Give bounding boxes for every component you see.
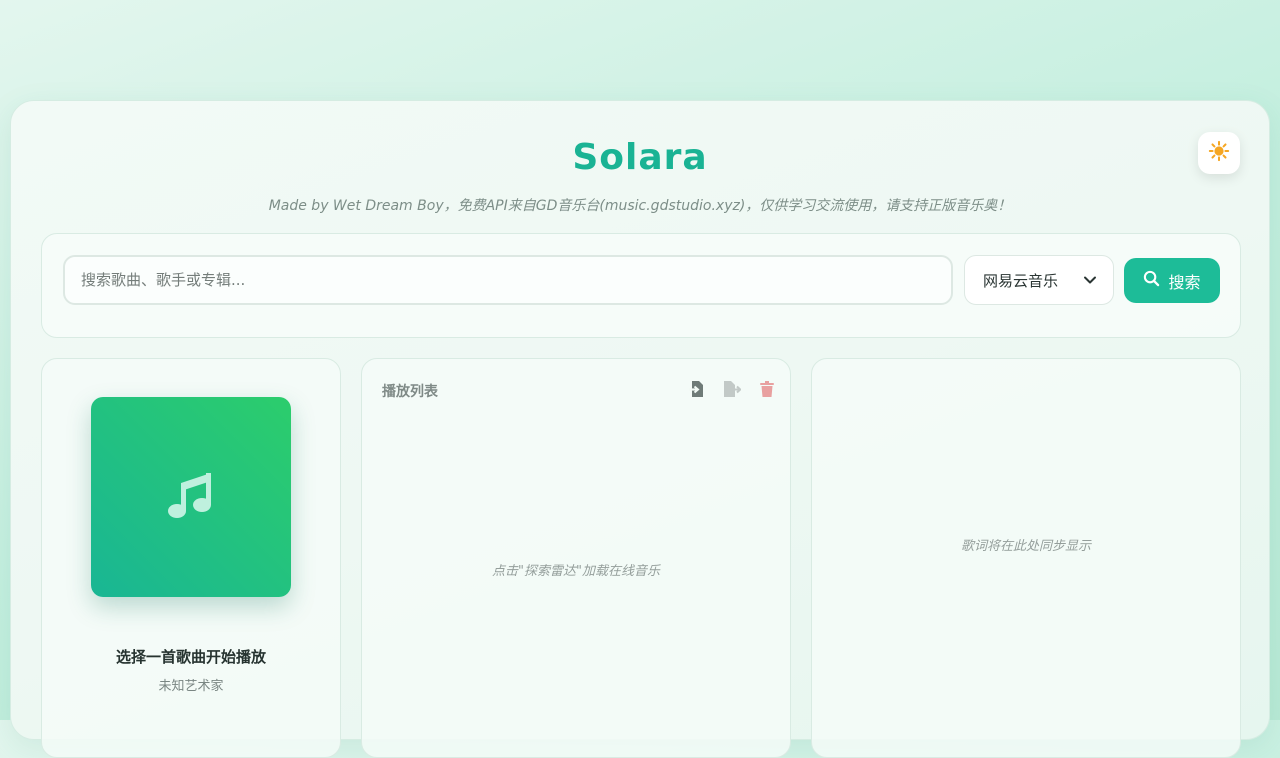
music-note-icon [165,469,217,525]
song-title: 选择一首歌曲开始播放 [115,648,266,666]
playlist-actions [687,380,776,398]
lyrics-empty-text: 歌词将在此处同步显示 [960,539,1091,554]
playlist-empty-text: 点击"探索雷达"加载在线音乐 [492,564,660,579]
song-artist: 未知艺术家 [158,679,224,694]
trash-icon[interactable] [757,380,776,398]
sun-icon [1208,140,1230,166]
now-playing-panel: 选择一首歌曲开始播放 未知艺术家 [41,358,341,758]
app-subtitle: Made by Wet Dream Boy，免费API来自GD音乐台(music… [268,198,1012,214]
playlist-panel: 播放列表 点击"探索雷达"加载在线音乐 [361,358,791,758]
search-input[interactable] [63,255,953,305]
lyrics-panel: 歌词将在此处同步显示 [811,358,1241,758]
chevron-down-icon [1083,273,1097,291]
search-button-label: 搜索 [1168,272,1201,292]
export-icon[interactable] [722,380,741,398]
search-button[interactable]: 搜索 [1124,258,1220,303]
app-container: Solara Made by Wet Dream Boy，免费API来自GD音乐… [10,100,1270,758]
search-icon [1143,270,1160,291]
music-source-select[interactable]: 网易云音乐 [964,255,1114,305]
album-cover [91,397,291,597]
app-title: Solara [572,137,708,178]
import-icon[interactable] [687,380,706,398]
theme-toggle-button[interactable] [1198,132,1240,174]
music-source-label: 网易云音乐 [983,271,1059,290]
playlist-title: 播放列表 [382,384,438,400]
search-bar: 网易云音乐 搜索 [41,233,1241,338]
